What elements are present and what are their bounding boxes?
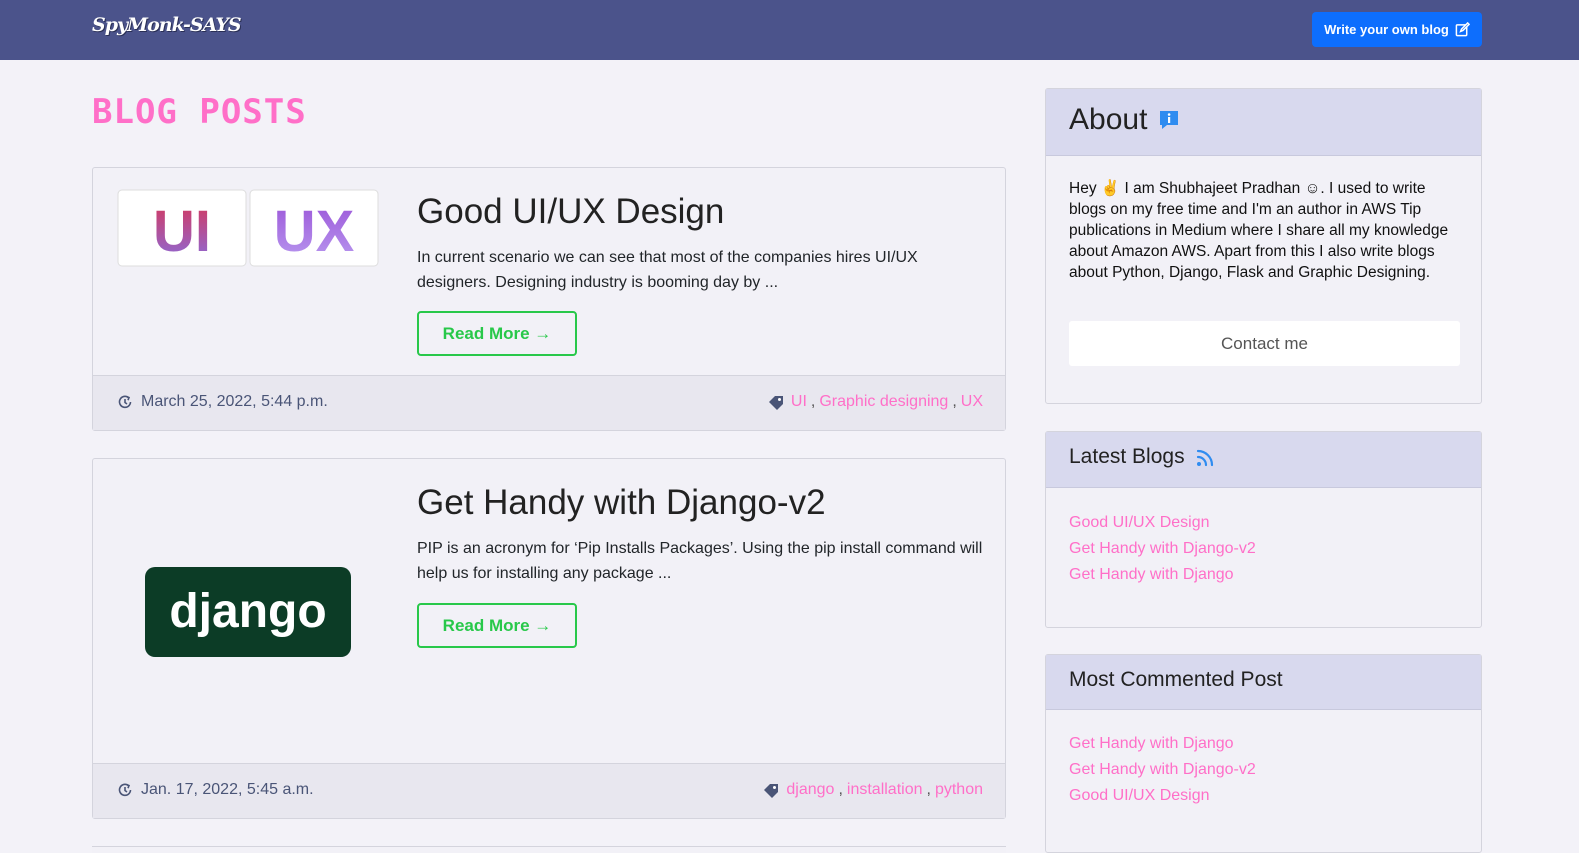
write-blog-button[interactable]: Write your own blog xyxy=(1312,12,1482,47)
tag-link[interactable]: Graphic designing xyxy=(819,393,948,411)
tag-link[interactable]: UI xyxy=(791,393,807,411)
post-excerpt: PIP is an acronym for ‘Pip Installs Pack… xyxy=(417,540,983,582)
post-title[interactable]: Get Handy with Django-v2 xyxy=(417,483,826,523)
latest-blogs-title: Latest Blogs xyxy=(1069,445,1217,469)
most-commented-card: Most Commented Post Get Handy with Djang… xyxy=(1045,654,1482,853)
most-commented-link[interactable]: Good UI/UX Design xyxy=(1069,783,1256,809)
latest-blog-link[interactable]: Get Handy with Django xyxy=(1069,562,1256,588)
read-more-button[interactable]: Read More → xyxy=(417,311,577,356)
about-card: About Hey ✌ I am Shubhajeet Pradhan ☺. I… xyxy=(1045,88,1482,404)
most-commented-link[interactable]: Get Handy with Django-v2 xyxy=(1069,757,1256,783)
post-thumbnail[interactable]: django xyxy=(145,567,351,657)
post-date-text: March 25, 2022, 5:44 p.m. xyxy=(141,393,328,410)
about-card-header: About xyxy=(1046,89,1481,156)
most-commented-list: Get Handy with Django Get Handy with Dja… xyxy=(1069,731,1256,809)
contact-me-button[interactable]: Contact me xyxy=(1069,321,1460,366)
latest-blog-link[interactable]: Get Handy with Django-v2 xyxy=(1069,536,1256,562)
about-title-text: About xyxy=(1069,103,1148,136)
tag-separator: , xyxy=(810,393,816,410)
post-thumbnail[interactable]: UI UX xyxy=(117,189,379,269)
latest-blogs-title-text: Latest Blogs xyxy=(1069,445,1185,468)
brand-logo[interactable]: SpyMonk-SAYS xyxy=(92,14,242,36)
most-commented-title: Most Commented Post xyxy=(1069,668,1283,692)
top-navbar: SpyMonk-SAYS Write your own blog xyxy=(0,0,1579,60)
thumb-ux-text: UX xyxy=(274,199,355,264)
tags-icon xyxy=(768,396,783,410)
update-icon xyxy=(118,395,132,409)
tag-link[interactable]: UX xyxy=(961,393,983,411)
tags-icon xyxy=(764,784,779,798)
post-excerpt: In current scenario we can see that most… xyxy=(417,249,918,291)
tag-separator: , xyxy=(952,393,957,410)
about-title: About xyxy=(1069,103,1181,137)
post-footer: March 25, 2022, 5:44 p.m. UI , Graphic d… xyxy=(93,375,1005,430)
info-icon xyxy=(1160,111,1179,129)
post-date: March 25, 2022, 5:44 p.m. xyxy=(117,393,328,411)
about-text: Hey ✌ I am Shubhajeet Pradhan ☺. I used … xyxy=(1069,180,1449,281)
thumb-django-text: django xyxy=(169,585,326,638)
tag-link[interactable]: django xyxy=(786,781,834,799)
page-title: BLOG POSTS xyxy=(92,92,307,132)
update-icon xyxy=(118,783,132,797)
edit-icon xyxy=(1455,22,1470,37)
feed-icon xyxy=(1196,449,1213,467)
latest-blog-link[interactable]: Good UI/UX Design xyxy=(1069,510,1256,536)
most-commented-link[interactable]: Get Handy with Django xyxy=(1069,731,1256,757)
post-footer: Jan. 17, 2022, 5:45 a.m. django , instal… xyxy=(93,763,1005,818)
write-blog-label: Write your own blog xyxy=(1324,22,1449,37)
tag-link[interactable]: python xyxy=(935,781,983,799)
post-card: UI UX Good UI/UX Design In current scena… xyxy=(92,167,1006,431)
post-card: django Get Handy with Django-v2 PIP is a… xyxy=(92,458,1006,819)
most-commented-header: Most Commented Post xyxy=(1046,655,1481,710)
most-commented-title-text: Most Commented Post xyxy=(1069,668,1283,691)
thumb-ui-text: UI xyxy=(153,199,211,264)
post-tags: UI , Graphic designing , UX xyxy=(767,393,983,411)
latest-blogs-header: Latest Blogs xyxy=(1046,432,1481,488)
post-date-text: Jan. 17, 2022, 5:45 a.m. xyxy=(141,781,314,798)
latest-blogs-list: Good UI/UX Design Get Handy with Django-… xyxy=(1069,510,1256,588)
tag-link[interactable]: installation xyxy=(847,781,923,799)
tag-separator: , xyxy=(926,781,931,798)
post-card-partial xyxy=(92,846,1006,853)
post-title[interactable]: Good UI/UX Design xyxy=(417,192,724,232)
latest-blogs-card: Latest Blogs Good UI/UX Design Get Handy… xyxy=(1045,431,1482,628)
read-more-button[interactable]: Read More → xyxy=(417,603,577,648)
tag-separator: , xyxy=(838,781,843,798)
post-tags: django , installation , python xyxy=(762,781,983,799)
post-date: Jan. 17, 2022, 5:45 a.m. xyxy=(117,781,314,799)
